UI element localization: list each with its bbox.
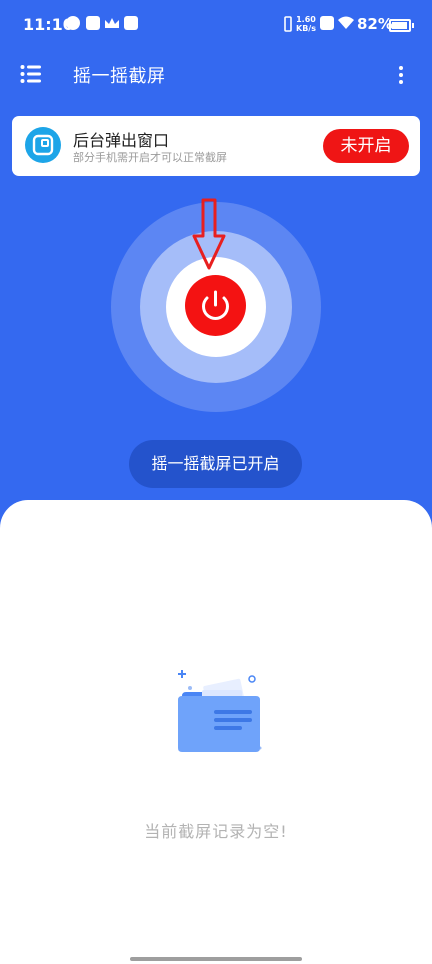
status-bar: 11:10 1.60 KB/s 82% (0, 0, 432, 52)
empty-state-text: 当前截屏记录为空! (144, 822, 288, 841)
mail-icon (86, 16, 100, 30)
battery-percent: 82% (357, 15, 393, 33)
card-title: 后台弹出窗口 (73, 131, 170, 150)
power-button[interactable] (185, 275, 246, 336)
network-speed-value: 1.60 (296, 15, 316, 24)
close-box-icon (320, 16, 334, 30)
wifi-icon (338, 16, 354, 29)
network-speed-unit: KB/s (296, 24, 316, 33)
vibrate-icon (284, 16, 292, 32)
empty-folder-illustration (178, 670, 262, 752)
battery-icon (389, 19, 414, 32)
page-title: 摇一摇截屏 (73, 66, 166, 87)
down-arrow-annotation-icon (192, 198, 226, 270)
more-vertical-icon[interactable] (396, 65, 406, 85)
crown-icon (105, 18, 119, 28)
popup-permission-card: 后台弹出窗口 部分手机需开启才可以正常截屏 未开启 (12, 116, 420, 176)
power-icon (202, 290, 229, 320)
enable-popup-button[interactable]: 未开启 (323, 129, 409, 163)
notification-icon (66, 16, 80, 30)
network-speed: 1.60 KB/s (296, 15, 316, 33)
app-notification-icon (124, 16, 138, 30)
home-indicator[interactable] (130, 957, 302, 961)
card-subtitle: 部分手机需开启才可以正常截屏 (73, 151, 227, 164)
popup-window-icon (25, 127, 61, 163)
shake-screenshot-status-button[interactable]: 摇一摇截屏已开启 (129, 440, 302, 488)
app-bar: 摇一摇截屏 (0, 52, 432, 96)
list-menu-icon[interactable] (20, 64, 42, 84)
